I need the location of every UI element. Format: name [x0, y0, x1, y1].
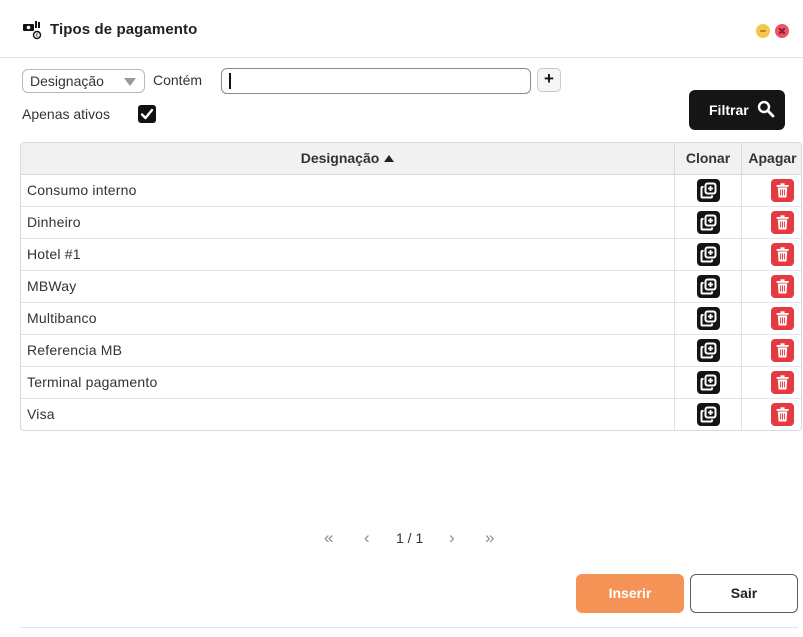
clone-button[interactable] [697, 307, 720, 330]
table-row[interactable]: MBWay [21, 271, 801, 303]
insert-button[interactable]: Inserir [576, 574, 684, 613]
delete-cell [741, 239, 801, 270]
table-row[interactable]: Referencia MB [21, 335, 801, 367]
filter-operator-label: Contém [153, 72, 203, 88]
delete-cell [741, 399, 801, 430]
clone-cell [674, 271, 741, 302]
column-header-apagar: Apagar [741, 143, 801, 174]
clone-cell [674, 367, 741, 398]
delete-button[interactable] [771, 211, 794, 234]
row-designacao: Referencia MB [27, 342, 123, 358]
row-designacao: Terminal pagamento [27, 374, 158, 390]
filter-button-label: Filtrar [709, 102, 749, 118]
clone-button[interactable] [697, 275, 720, 298]
table-row[interactable]: Hotel #1 [21, 239, 801, 271]
sort-ascending-icon [384, 155, 395, 162]
check-icon [140, 108, 154, 120]
clone-button[interactable] [697, 403, 720, 426]
delete-cell [741, 367, 801, 398]
clone-cell [674, 399, 741, 430]
delete-button[interactable] [771, 339, 794, 362]
delete-cell [741, 271, 801, 302]
row-designacao: MBWay [27, 278, 77, 294]
column-header-designacao[interactable]: Designação [21, 143, 674, 174]
footer-divider [20, 627, 798, 628]
delete-cell [741, 207, 801, 238]
payment-types-table: Designação Clonar Apagar Consumo interno… [20, 142, 802, 431]
table-header: Designação Clonar Apagar [21, 143, 801, 175]
delete-cell [741, 303, 801, 334]
filter-field-value: Designação [30, 73, 104, 89]
last-page-button[interactable]: » [485, 528, 494, 548]
delete-button[interactable] [771, 371, 794, 394]
clone-cell [674, 303, 741, 334]
filter-search-input[interactable] [221, 68, 531, 94]
page-info: 1 / 1 [396, 530, 424, 546]
column-header-label: Designação [300, 150, 380, 166]
only-active-label: Apenas ativos [22, 106, 110, 122]
clone-cell [674, 207, 741, 238]
only-active-checkbox[interactable] [138, 105, 156, 123]
table-row[interactable]: Consumo interno [21, 175, 801, 207]
clone-button[interactable] [697, 211, 720, 234]
row-designacao: Visa [27, 406, 55, 422]
row-designacao: Dinheiro [27, 214, 81, 230]
add-filter-button[interactable]: + [537, 68, 561, 92]
clone-button[interactable] [697, 179, 720, 202]
next-page-button[interactable]: › [449, 528, 455, 548]
table-row[interactable]: Multibanco [21, 303, 801, 335]
minimize-button[interactable] [756, 24, 770, 38]
exit-button[interactable]: Sair [690, 574, 798, 613]
window-titlebar: € Tipos de pagamento [0, 0, 803, 58]
text-cursor [229, 73, 231, 89]
clone-cell [674, 335, 741, 366]
filter-button[interactable]: Filtrar [689, 90, 785, 130]
clone-button[interactable] [697, 371, 720, 394]
delete-button[interactable] [771, 403, 794, 426]
delete-cell [741, 175, 801, 206]
clone-cell [674, 175, 741, 206]
filter-field-select[interactable]: Designação [22, 69, 145, 93]
delete-button[interactable] [771, 307, 794, 330]
row-designacao: Hotel #1 [27, 246, 81, 262]
delete-cell [741, 335, 801, 366]
svg-text:€: € [36, 33, 39, 39]
clone-button[interactable] [697, 339, 720, 362]
search-icon [757, 100, 775, 121]
window-title: Tipos de pagamento [50, 21, 198, 38]
payment-cash-icon: € [22, 20, 44, 40]
first-page-button[interactable]: « [324, 528, 333, 548]
delete-button[interactable] [771, 243, 794, 266]
chevron-down-icon [124, 78, 136, 86]
table-row[interactable]: Visa [21, 399, 801, 430]
clone-cell [674, 239, 741, 270]
clone-button[interactable] [697, 243, 720, 266]
row-designacao: Consumo interno [27, 182, 137, 198]
prev-page-button[interactable]: ‹ [364, 528, 370, 548]
close-window-button[interactable] [775, 24, 789, 38]
delete-button[interactable] [771, 275, 794, 298]
table-row[interactable]: Terminal pagamento [21, 367, 801, 399]
column-header-clonar: Clonar [674, 143, 741, 174]
delete-button[interactable] [771, 179, 794, 202]
row-designacao: Multibanco [27, 310, 97, 326]
table-row[interactable]: Dinheiro [21, 207, 801, 239]
